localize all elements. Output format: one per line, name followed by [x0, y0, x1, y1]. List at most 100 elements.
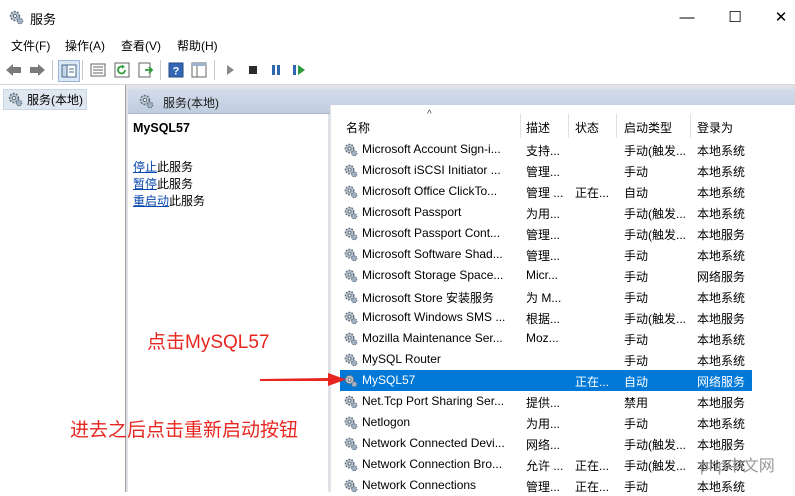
menu-action[interactable]: 操作(A): [65, 37, 105, 54]
pause-link[interactable]: 暂停: [133, 177, 157, 191]
back-button[interactable]: [4, 60, 24, 80]
column-header-startup-type[interactable]: 启动类型: [624, 119, 672, 136]
svg-text:?: ?: [173, 66, 180, 78]
start-service-button[interactable]: [220, 60, 240, 80]
column-divider[interactable]: [616, 114, 617, 138]
service-name-cell: Mozilla Maintenance Ser...: [362, 331, 503, 345]
service-startup-type-cell: 手动: [624, 291, 649, 305]
service-startup-type-cell: 自动: [624, 186, 649, 200]
minimize-button[interactable]: —: [664, 0, 710, 34]
service-log-on-as-cell: 本地系统: [697, 333, 746, 347]
column-header-status[interactable]: 状态: [575, 119, 599, 136]
service-name-cell: Network Connections: [362, 478, 477, 492]
table-row[interactable]: MySQL Router 手动 本地系统: [340, 349, 752, 370]
column-divider[interactable]: [690, 114, 691, 138]
menu-help[interactable]: 帮助(H): [177, 37, 218, 54]
service-gear-icon: [344, 458, 358, 472]
menu-file[interactable]: 文件(F): [11, 37, 50, 54]
service-startup-type-cell: 手动: [624, 165, 649, 179]
service-gear-icon: [344, 164, 358, 178]
service-name-cell: Microsoft Windows SMS ...: [362, 310, 506, 324]
service-description-cell: 管理...: [526, 228, 561, 242]
maximize-icon: ☐: [728, 9, 742, 26]
service-gear-icon: [344, 479, 358, 493]
service-gear-icon: [344, 143, 358, 157]
start-service-icon: [227, 65, 234, 75]
service-description-cell: 管理 ...: [526, 186, 564, 200]
column-divider[interactable]: [520, 114, 521, 138]
toolbar-separator: [214, 60, 215, 80]
menu-view[interactable]: 查看(V): [121, 37, 161, 54]
watermark: php中文网: [700, 458, 775, 475]
stop-link[interactable]: 停止: [133, 160, 157, 174]
table-row[interactable]: Mozilla Maintenance Ser... Moz... 手动 本地系统: [340, 328, 752, 349]
table-row[interactable]: Microsoft Passport Cont... 管理... 手动(触发... 本…: [340, 223, 752, 244]
service-name-cell: Microsoft Software Shad...: [362, 247, 503, 261]
column-divider[interactable]: [568, 114, 569, 138]
help-icon: ?: [168, 62, 184, 78]
service-description-cell: 管理...: [526, 480, 561, 494]
table-row[interactable]: Microsoft Storage Space... Micr... 手动 网络服务: [340, 265, 752, 286]
table-row[interactable]: Microsoft Passport 为用... 手动(触发... 本地系统: [340, 202, 752, 223]
refresh-button[interactable]: [112, 60, 132, 80]
table-row[interactable]: Netlogon 为用... 手动 本地系统: [340, 412, 752, 433]
service-startup-type-cell: 手动(触发...: [624, 438, 686, 452]
table-row[interactable]: Microsoft Windows SMS ... 根据... 手动(触发... 本地…: [340, 307, 752, 328]
view-icon: [191, 62, 207, 78]
service-gear-icon: [344, 248, 358, 262]
table-row-selected[interactable]: MySQL57 正在... 自动 网络服务: [340, 370, 752, 391]
service-description-cell: 管理...: [526, 249, 561, 263]
help-button[interactable]: ?: [166, 60, 186, 80]
pause-service-button[interactable]: [266, 60, 286, 80]
service-gear-icon: [344, 206, 358, 220]
show-hide-tree-icon: [61, 64, 77, 78]
service-status-cell: 正在...: [575, 186, 610, 200]
column-header-log-on-as[interactable]: 登录为: [697, 119, 733, 136]
service-status-cell: 正在...: [575, 459, 610, 473]
table-row[interactable]: Network Connections 管理... 正在... 手动 本地系统: [340, 475, 752, 496]
menu-bar: [0, 34, 795, 56]
services-gear-icon: [8, 92, 23, 107]
table-row[interactable]: Network Connected Devi... 网络... 手动(触发... 本地…: [340, 433, 752, 454]
service-log-on-as-cell: 本地系统: [697, 186, 746, 200]
properties-button[interactable]: [88, 60, 108, 80]
service-startup-type-cell: 手动(触发...: [624, 144, 686, 158]
column-header-name[interactable]: 名称: [346, 119, 370, 136]
table-row[interactable]: Network Connection Bro... 允许 ... 正在... 手动(触…: [340, 454, 752, 475]
stop-service-action: 停止此服务: [133, 158, 193, 175]
forward-button[interactable]: [27, 60, 47, 80]
properties-icon: [90, 63, 106, 77]
restart-link[interactable]: 重启动: [133, 194, 169, 208]
service-log-on-as-cell: 本地系统: [697, 417, 746, 431]
table-row[interactable]: Microsoft Software Shad... 管理... 手动 本地系统: [340, 244, 752, 265]
export-button[interactable]: [136, 60, 156, 80]
table-row[interactable]: Microsoft Account Sign-i... 支持... 手动(触发...…: [340, 139, 752, 160]
service-name-cell: Microsoft Store 安装服务: [362, 291, 495, 305]
close-button[interactable]: ✕: [758, 0, 795, 34]
restart-service-button[interactable]: [289, 60, 309, 80]
annotation-arrow-icon: [260, 373, 346, 386]
service-startup-type-cell: 手动: [624, 249, 649, 263]
service-name-cell: MySQL Router: [362, 352, 441, 366]
service-gear-icon: [344, 332, 358, 346]
service-description-cell: 为用...: [526, 207, 561, 221]
maximize-button[interactable]: ☐: [712, 0, 758, 34]
close-icon: ✕: [774, 9, 788, 26]
refresh-icon: [114, 62, 130, 78]
table-row[interactable]: Microsoft iSCSI Initiator ... 管理... 手动 本地系统: [340, 160, 752, 181]
stop-service-button[interactable]: [243, 60, 263, 80]
services-app-icon: [9, 10, 24, 25]
column-header-description[interactable]: 描述: [526, 119, 550, 136]
table-row[interactable]: Microsoft Office ClickTo... 管理 ... 正在... 自动…: [340, 181, 752, 202]
service-startup-type-cell: 手动(触发...: [624, 459, 686, 473]
table-row[interactable]: Microsoft Store 安装服务 为 M... 手动 本地系统: [340, 286, 752, 307]
show-hide-tree-button[interactable]: [58, 60, 80, 82]
service-startup-type-cell: 手动(触发...: [624, 228, 686, 242]
service-description-cell: 根据...: [526, 312, 561, 326]
table-row[interactable]: Net.Tcp Port Sharing Ser... 提供... 禁用 本地服务: [340, 391, 752, 412]
panel-header-label: 服务(本地): [163, 96, 219, 110]
view-button[interactable]: [189, 60, 209, 80]
service-description-cell: Moz...: [526, 331, 559, 345]
service-startup-type-cell: 手动(触发...: [624, 312, 686, 326]
service-name-cell: Network Connected Devi...: [362, 436, 505, 450]
